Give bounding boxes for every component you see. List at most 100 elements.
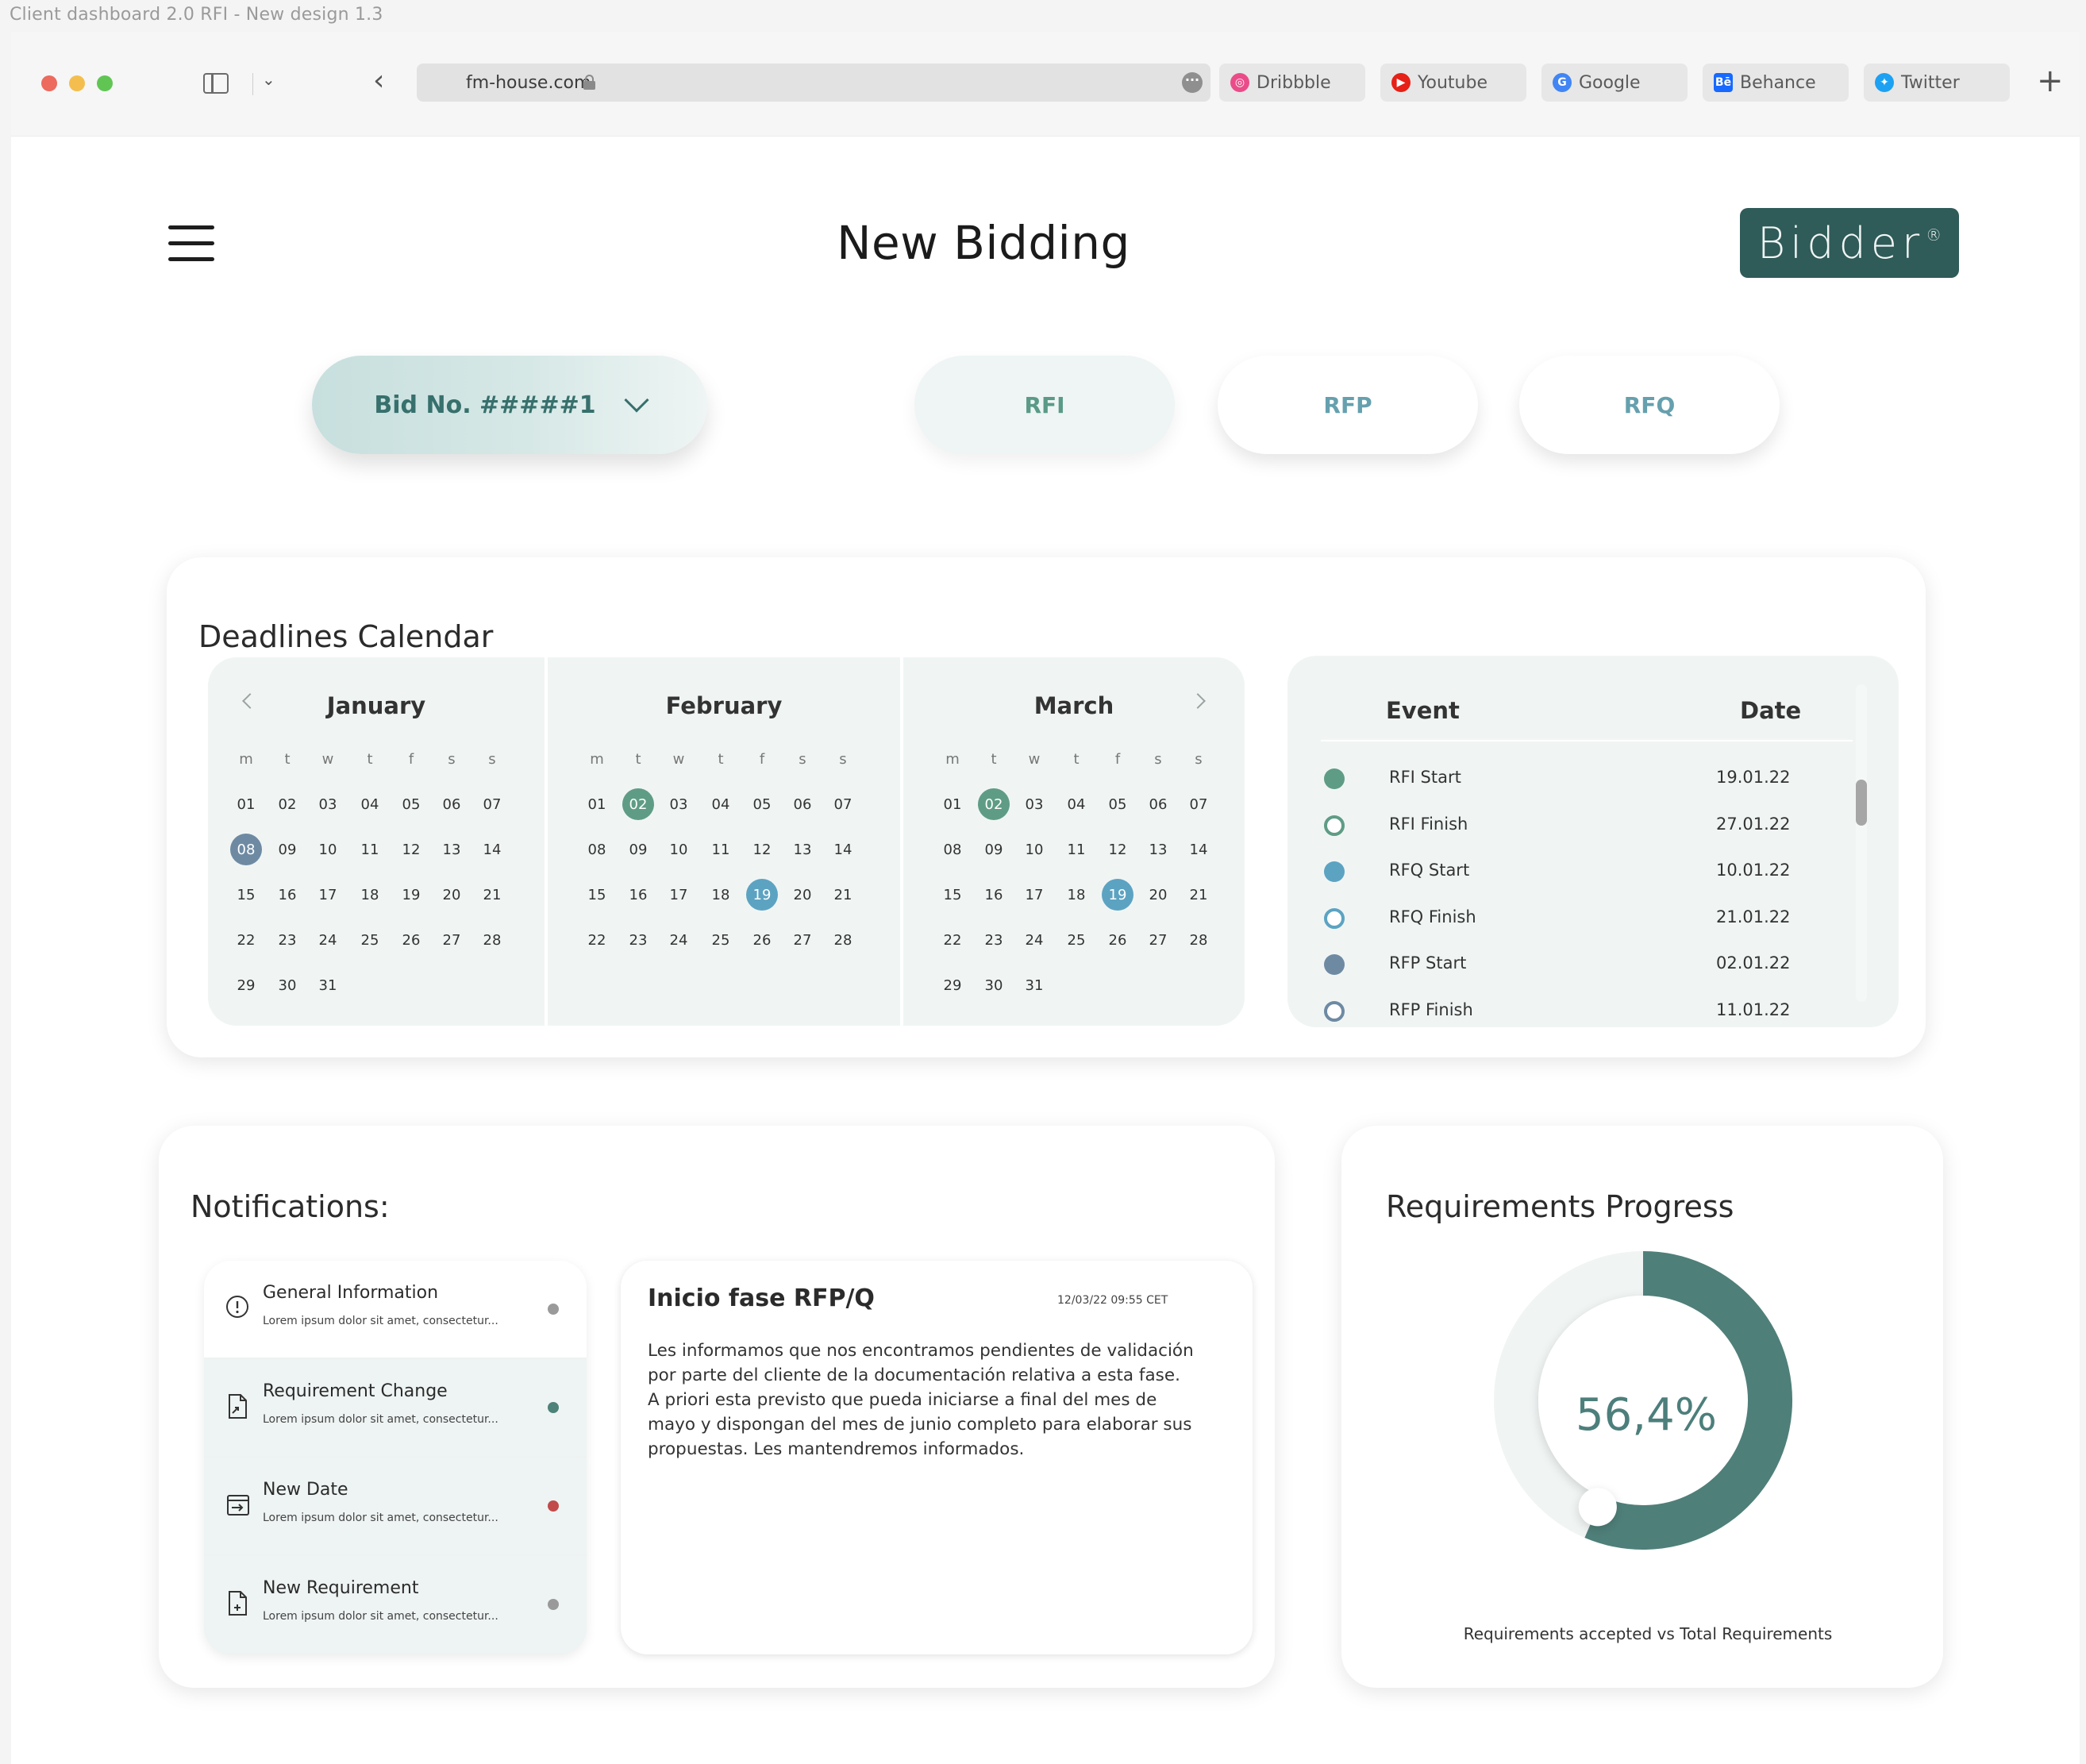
calendar-day[interactable]: 14 bbox=[1178, 832, 1219, 867]
calendar-day[interactable]: 15 bbox=[932, 877, 973, 912]
calendar-day[interactable]: 23 bbox=[618, 922, 659, 957]
calendar-day[interactable]: 03 bbox=[307, 787, 348, 822]
calendar-day[interactable]: 09 bbox=[973, 832, 1014, 867]
calendar-day[interactable]: 09 bbox=[618, 832, 659, 867]
calendar-day[interactable]: 24 bbox=[307, 922, 348, 957]
calendar-day[interactable]: 01 bbox=[225, 787, 267, 822]
calendar-day[interactable]: 27 bbox=[431, 922, 472, 957]
bookmark-youtube[interactable]: ▶ Youtube bbox=[1380, 64, 1526, 102]
calendar-day[interactable]: 03 bbox=[1014, 787, 1055, 822]
calendar-day[interactable]: 12 bbox=[391, 832, 432, 867]
bid-number-dropdown[interactable]: Bid No. #####1 bbox=[312, 356, 707, 454]
calendar-day[interactable]: 20 bbox=[431, 877, 472, 912]
calendar-day[interactable]: 01 bbox=[576, 787, 618, 822]
calendar-day[interactable]: 23 bbox=[973, 922, 1014, 957]
zoom-window-button[interactable] bbox=[97, 75, 113, 91]
bidder-logo[interactable]: Bidder ® bbox=[1740, 208, 1959, 278]
calendar-day[interactable]: 05 bbox=[1097, 787, 1138, 822]
notification-item[interactable]: New Requirement Lorem ipsum dolor sit ame… bbox=[204, 1556, 587, 1653]
bookmark-google[interactable]: G Google bbox=[1541, 64, 1688, 102]
hamburger-menu-icon[interactable] bbox=[168, 225, 214, 273]
tab-rfi[interactable]: RFI bbox=[914, 356, 1175, 454]
calendar-day[interactable]: 31 bbox=[307, 968, 348, 1003]
calendar-day[interactable]: 11 bbox=[1056, 832, 1097, 867]
calendar-day[interactable]: 06 bbox=[782, 787, 823, 822]
calendar-day[interactable]: 26 bbox=[741, 922, 783, 957]
calendar-day-highlighted[interactable]: 02 bbox=[973, 787, 1014, 822]
calendar-day[interactable]: 30 bbox=[267, 968, 308, 1003]
calendar-day[interactable]: 16 bbox=[973, 877, 1014, 912]
minimize-window-button[interactable] bbox=[69, 75, 85, 91]
calendar-day[interactable]: 09 bbox=[267, 832, 308, 867]
calendar-day[interactable]: 10 bbox=[658, 832, 699, 867]
calendar-day[interactable]: 29 bbox=[932, 968, 973, 1003]
calendar-day[interactable]: 12 bbox=[1097, 832, 1138, 867]
calendar-day[interactable]: 18 bbox=[700, 877, 741, 912]
calendar-day[interactable]: 14 bbox=[822, 832, 864, 867]
more-options-icon[interactable]: ··· bbox=[1182, 72, 1203, 93]
calendar-day[interactable]: 04 bbox=[700, 787, 741, 822]
calendar-day[interactable]: 22 bbox=[225, 922, 267, 957]
calendar-day[interactable]: 21 bbox=[822, 877, 864, 912]
calendar-day[interactable]: 08 bbox=[932, 832, 973, 867]
calendar-day[interactable]: 06 bbox=[1137, 787, 1179, 822]
calendar-day[interactable]: 07 bbox=[822, 787, 864, 822]
calendar-day-highlighted[interactable]: 08 bbox=[225, 832, 267, 867]
calendar-day[interactable]: 12 bbox=[741, 832, 783, 867]
calendar-day[interactable]: 05 bbox=[741, 787, 783, 822]
calendar-day[interactable]: 31 bbox=[1014, 968, 1055, 1003]
events-scrollbar-thumb[interactable] bbox=[1856, 780, 1867, 826]
calendar-day[interactable]: 28 bbox=[1178, 922, 1219, 957]
calendar-day[interactable]: 24 bbox=[658, 922, 699, 957]
calendar-day[interactable]: 05 bbox=[391, 787, 432, 822]
calendar-day[interactable]: 29 bbox=[225, 968, 267, 1003]
back-arrow-icon[interactable]: ‹ bbox=[373, 67, 384, 95]
notification-item[interactable]: New Date Lorem ipsum dolor sit amet, cons… bbox=[204, 1458, 587, 1554]
calendar-day[interactable]: 13 bbox=[782, 832, 823, 867]
calendar-day[interactable]: 10 bbox=[1014, 832, 1055, 867]
calendar-day-highlighted[interactable]: 02 bbox=[618, 787, 659, 822]
event-row[interactable]: RFI Start 19.01.22 bbox=[1287, 755, 1899, 801]
chevron-down-icon[interactable]: ⌄ bbox=[262, 71, 275, 87]
calendar-day[interactable]: 22 bbox=[932, 922, 973, 957]
calendar-day[interactable]: 30 bbox=[973, 968, 1014, 1003]
event-row[interactable]: RFP Start 02.01.22 bbox=[1287, 941, 1899, 987]
event-row[interactable]: RFQ Finish 21.01.22 bbox=[1287, 895, 1899, 941]
calendar-day[interactable]: 16 bbox=[618, 877, 659, 912]
calendar-day[interactable]: 25 bbox=[700, 922, 741, 957]
calendar-day[interactable]: 18 bbox=[349, 877, 391, 912]
event-row[interactable]: RFI Finish 27.01.22 bbox=[1287, 802, 1899, 848]
calendar-day[interactable]: 25 bbox=[1056, 922, 1097, 957]
calendar-day[interactable]: 17 bbox=[1014, 877, 1055, 912]
calendar-day[interactable]: 06 bbox=[431, 787, 472, 822]
calendar-day[interactable]: 24 bbox=[1014, 922, 1055, 957]
calendar-day[interactable]: 23 bbox=[267, 922, 308, 957]
calendar-day[interactable]: 07 bbox=[471, 787, 513, 822]
calendar-day[interactable]: 27 bbox=[782, 922, 823, 957]
tab-rfq[interactable]: RFQ bbox=[1519, 356, 1780, 454]
calendar-day-highlighted[interactable]: 19 bbox=[741, 877, 783, 912]
calendar-day[interactable]: 27 bbox=[1137, 922, 1179, 957]
calendar-day[interactable]: 25 bbox=[349, 922, 391, 957]
calendar-day[interactable]: 14 bbox=[471, 832, 513, 867]
event-row[interactable]: RFQ Start 10.01.22 bbox=[1287, 848, 1899, 894]
sidebar-toggle-icon[interactable] bbox=[203, 73, 229, 94]
events-scrollbar-track[interactable] bbox=[1856, 684, 1867, 1002]
calendar-day[interactable]: 21 bbox=[471, 877, 513, 912]
bookmark-twitter[interactable]: ✦ Twitter bbox=[1864, 64, 2010, 102]
calendar-day[interactable]: 28 bbox=[822, 922, 864, 957]
calendar-day[interactable]: 15 bbox=[576, 877, 618, 912]
tab-rfp[interactable]: RFP bbox=[1218, 356, 1478, 454]
calendar-day[interactable]: 07 bbox=[1178, 787, 1219, 822]
calendar-day[interactable]: 15 bbox=[225, 877, 267, 912]
calendar-day[interactable]: 17 bbox=[658, 877, 699, 912]
notification-item[interactable]: Requirement Change Lorem ipsum dolor sit … bbox=[204, 1359, 587, 1456]
close-window-button[interactable] bbox=[41, 75, 57, 91]
calendar-day[interactable]: 26 bbox=[1097, 922, 1138, 957]
calendar-day[interactable]: 13 bbox=[431, 832, 472, 867]
new-tab-plus-icon[interactable]: + bbox=[2037, 64, 2064, 98]
calendar-day[interactable]: 02 bbox=[267, 787, 308, 822]
calendar-day[interactable]: 28 bbox=[471, 922, 513, 957]
calendar-day[interactable]: 19 bbox=[391, 877, 432, 912]
calendar-day[interactable]: 10 bbox=[307, 832, 348, 867]
